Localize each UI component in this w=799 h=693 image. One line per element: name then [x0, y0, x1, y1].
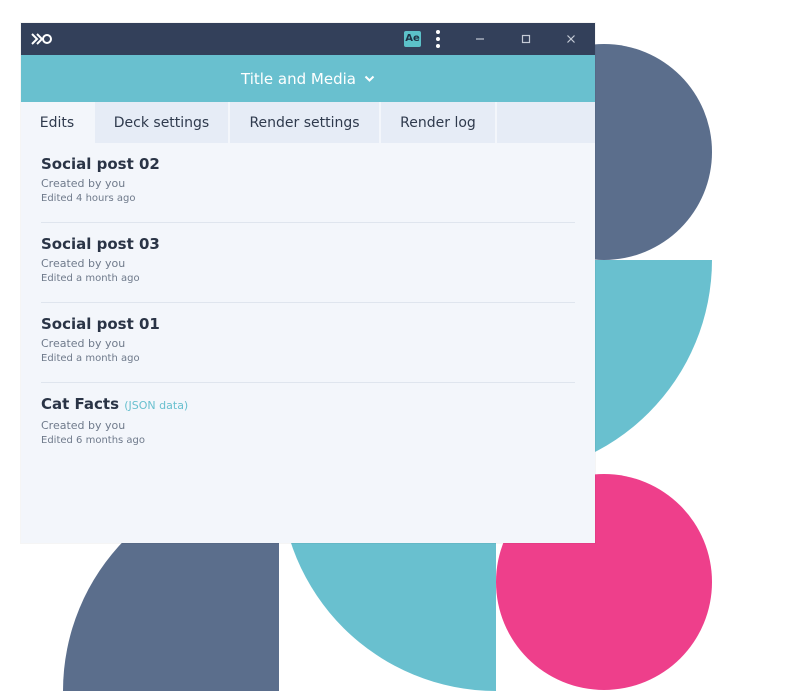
item-created: Created by you [41, 419, 126, 432]
chevron-down-icon [364, 75, 375, 82]
json-data-tag: (JSON data) [124, 399, 189, 412]
list-item[interactable]: Cat Facts (JSON data) Created by you Edi… [41, 383, 575, 463]
tab-deck-settings[interactable]: Deck settings [95, 102, 230, 143]
item-created: Created by you [41, 257, 126, 270]
minimize-icon[interactable] [470, 29, 490, 49]
item-created: Created by you [41, 337, 126, 350]
tab-render-log[interactable]: Render log [381, 102, 497, 143]
close-icon[interactable] [561, 29, 581, 49]
tab-render-settings[interactable]: Render settings [230, 102, 381, 143]
app-window: Ae Title and Media Edits Deck settings R… [21, 23, 595, 543]
list-item[interactable]: Social post 01 Created by you Edited a m… [41, 303, 575, 383]
kebab-menu-icon[interactable] [431, 30, 445, 48]
item-title: Social post 03 [41, 235, 160, 253]
item-edited: Edited a month ago [41, 353, 140, 364]
item-title: Social post 01 [41, 315, 160, 333]
item-edited: Edited 6 months ago [41, 435, 146, 446]
deck-title: Title and Media [241, 69, 356, 88]
item-title: Cat Facts (JSON data) [41, 395, 189, 413]
tab-bar: Edits Deck settings Render settings Rend… [21, 102, 595, 143]
list-item[interactable]: Social post 03 Created by you Edited a m… [41, 223, 575, 303]
maximize-icon[interactable] [516, 29, 536, 49]
title-bar: Ae [21, 23, 595, 55]
edits-list: Social post 02 Created by you Edited 4 h… [21, 143, 595, 463]
deck-selector[interactable]: Title and Media [241, 70, 375, 88]
item-edited: Edited a month ago [41, 273, 140, 284]
item-created: Created by you [41, 177, 126, 190]
list-item[interactable]: Social post 02 Created by you Edited 4 h… [41, 143, 575, 223]
deck-header: Title and Media [21, 55, 595, 102]
item-title: Social post 02 [41, 155, 160, 173]
tab-edits[interactable]: Edits [21, 102, 95, 143]
app-logo-icon [31, 33, 52, 45]
after-effects-badge[interactable]: Ae [404, 31, 421, 47]
item-edited: Edited 4 hours ago [41, 193, 136, 204]
